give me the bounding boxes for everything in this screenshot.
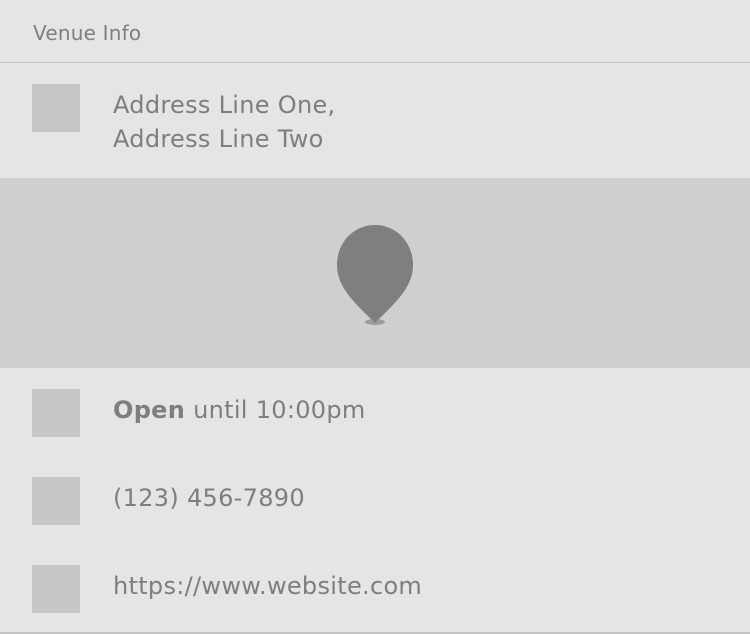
open-status: Open xyxy=(113,396,186,424)
location-icon xyxy=(32,84,80,132)
clock-icon xyxy=(32,389,80,437)
venue-info-header: Venue Info xyxy=(0,0,750,63)
header-title: Venue Info xyxy=(33,21,142,45)
venue-info-card: Venue Info Address Line One, Address Lin… xyxy=(0,0,750,634)
map-pin-icon[interactable] xyxy=(330,218,420,330)
phone-icon xyxy=(32,477,80,525)
address-line-one: Address Line One, xyxy=(113,91,336,119)
address-text[interactable]: Address Line One, Address Line Two xyxy=(113,88,335,156)
venue-map[interactable] xyxy=(0,178,750,368)
globe-icon xyxy=(32,565,80,613)
website-link[interactable]: https://www.website.com xyxy=(113,569,422,603)
address-line-two: Address Line Two xyxy=(113,125,324,153)
phone-number[interactable]: (123) 456-7890 xyxy=(113,481,305,515)
hours-detail: until 10:00pm xyxy=(193,396,366,424)
opening-hours: Open until 10:00pm xyxy=(113,393,366,427)
